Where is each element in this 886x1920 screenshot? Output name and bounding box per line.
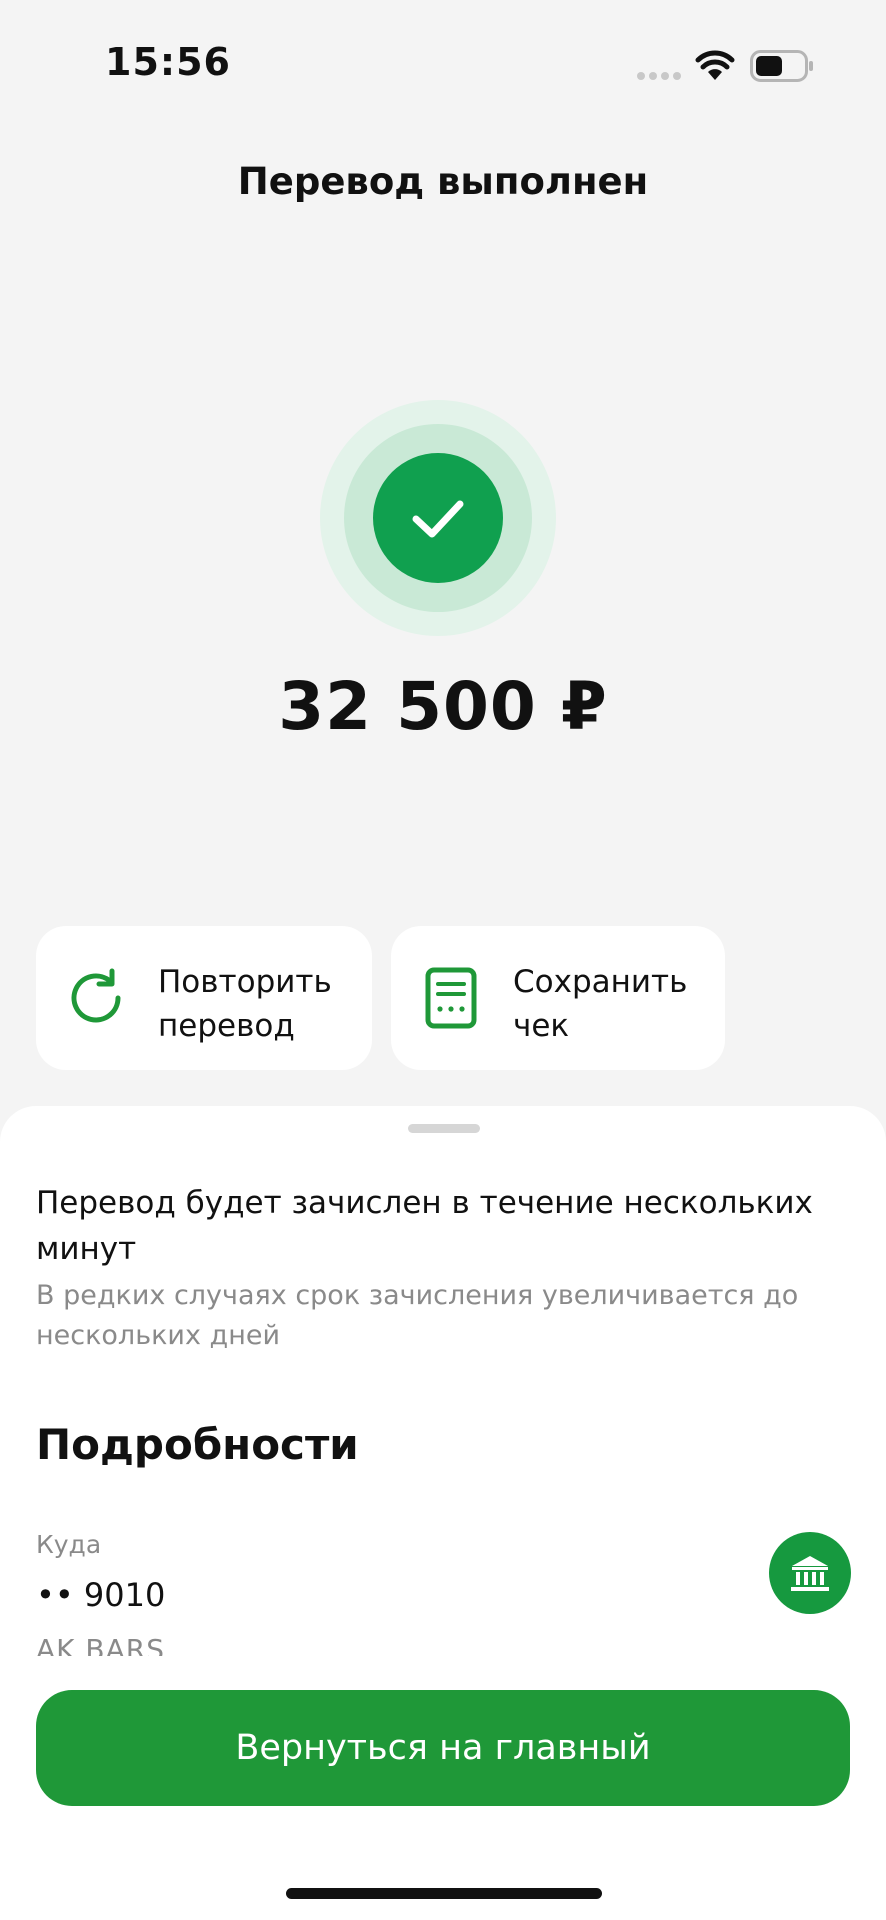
destination-bank-clip: AK BARS (36, 1630, 436, 1656)
crediting-info-title: Перевод будет зачислен в течение несколь… (36, 1185, 813, 1267)
return-home-button[interactable]: Вернуться на главный (36, 1690, 850, 1806)
save-receipt-label-line1: Сохранить (513, 964, 688, 1000)
save-receipt-button[interactable]: Сохранить чек (391, 926, 725, 1070)
home-indicator[interactable] (286, 1888, 602, 1899)
repeat-transfer-button[interactable]: Повторить перевод (36, 926, 372, 1070)
repeat-icon (64, 966, 128, 1030)
transfer-amount: 32 500 ₽ (278, 668, 608, 745)
repeat-transfer-label-line2: перевод (158, 1008, 295, 1044)
destination-label: Куда (36, 1530, 102, 1559)
wifi-icon (695, 50, 735, 86)
destination-card-number: •• 9010 (36, 1576, 166, 1614)
destination-bank-name: AK BARS (36, 1633, 166, 1656)
receipt-icon (423, 966, 487, 1030)
check-icon (373, 453, 503, 583)
repeat-transfer-label-line1: Повторить (158, 964, 332, 1000)
details-heading: Подробности (36, 1420, 359, 1469)
battery-icon (750, 50, 814, 86)
page-title: Перевод выполнен (237, 160, 649, 203)
bank-icon (769, 1532, 851, 1614)
save-receipt-label-line2: чек (513, 1008, 570, 1044)
status-time: 15:56 (105, 40, 231, 84)
crediting-info-subtitle: В редких случаях срок зачисления увеличи… (36, 1280, 799, 1351)
sheet-drag-handle[interactable] (408, 1124, 480, 1133)
cellular-signal-icon (636, 66, 682, 85)
